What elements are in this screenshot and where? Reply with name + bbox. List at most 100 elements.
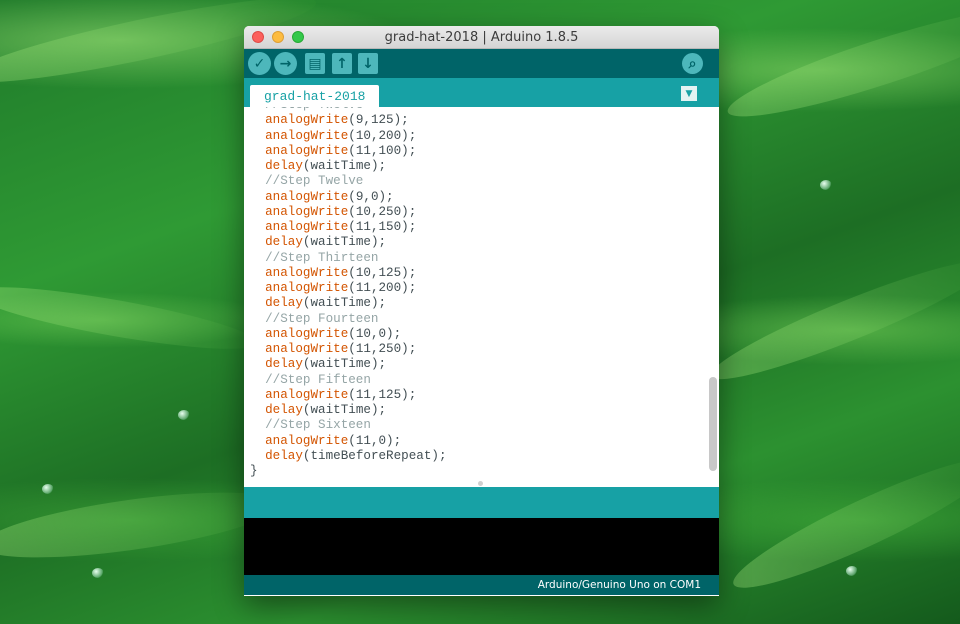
code-keyword: analogWrite [265, 189, 349, 204]
code-text: (10,200); [348, 128, 417, 143]
editor-scrollbar[interactable] [709, 377, 717, 471]
code-keyword: analogWrite [265, 265, 349, 280]
code-comment: //Step Fourteen [250, 311, 379, 326]
serial-monitor-button[interactable]: ⌕ [682, 53, 703, 74]
code-line: delay(waitTime); [244, 357, 719, 372]
code-comment: //Step Fifteen [250, 372, 371, 387]
split-handle[interactable] [478, 481, 483, 486]
magnifier-icon: ⌕ [688, 55, 697, 72]
code-editor[interactable]: //Step Twelve analogWrite(9,125); analog… [244, 107, 719, 487]
save-button[interactable]: ↓ [358, 53, 378, 74]
code-text: (waitTime); [302, 403, 387, 417]
code-line: analogWrite(11,250); [244, 342, 719, 357]
code-keyword: delay [265, 448, 303, 463]
code-text: (10,125); [348, 265, 417, 280]
code-keyword: analogWrite [265, 143, 349, 158]
code-keyword: analogWrite [265, 342, 349, 356]
message-bar [244, 487, 719, 518]
new-file-icon: ▤ [308, 55, 322, 72]
open-button[interactable]: ↑ [332, 53, 352, 74]
chevron-down-icon: ▼ [685, 88, 693, 99]
code-keyword: delay [265, 235, 303, 250]
code-keyword: analogWrite [265, 220, 349, 234]
code-line: //Step Thirteen [244, 251, 719, 266]
code-line: delay(waitTime); [244, 403, 719, 418]
code-keyword: delay [265, 357, 303, 372]
code-line: //Step Sixteen [244, 418, 719, 433]
code-text: (waitTime); [302, 357, 387, 372]
open-up-arrow-icon: ↑ [336, 55, 348, 72]
code-line: delay(timeBeforeRepeat); [244, 449, 719, 464]
new-button[interactable]: ▤ [305, 53, 325, 74]
code-line: analogWrite(10,250); [244, 205, 719, 220]
check-icon: ✓ [253, 55, 266, 72]
code-comment: //Step Thirteen [250, 250, 379, 265]
code-text: (timeBeforeRepeat); [302, 448, 447, 463]
code-line: //Step Fourteen [244, 312, 719, 327]
window-title: grad-hat-2018 | Arduino 1.8.5 [384, 29, 579, 45]
code-text: (9,0); [348, 189, 394, 204]
code-keyword: analogWrite [265, 326, 349, 341]
code-line: //Step Fifteen [244, 373, 719, 388]
code-text: (10,0); [348, 326, 402, 341]
board-status: Arduino/Genuino Uno on COM1 [537, 579, 701, 591]
code-text: (waitTime); [302, 235, 387, 250]
verify-button[interactable]: ✓ [248, 52, 271, 75]
code-keyword: delay [265, 159, 303, 173]
code-text: (11,0); [348, 433, 402, 448]
code-line: analogWrite(10,0); [244, 327, 719, 342]
code-line: analogWrite(11,0); [244, 434, 719, 449]
code-line: delay(waitTime); [244, 159, 719, 174]
zoom-button[interactable] [292, 31, 304, 43]
tab-grad-hat-2018[interactable]: grad-hat-2018 [250, 85, 380, 107]
code-line: analogWrite(10,200); [244, 129, 719, 144]
code-line: analogWrite(11,200); [244, 281, 719, 296]
tab-menu-button[interactable]: ▼ [681, 86, 697, 101]
console-output[interactable] [244, 518, 719, 575]
arduino-window: grad-hat-2018 | Arduino 1.8.5 ✓ → ▤ ↑ ↓ … [244, 26, 719, 596]
code-line: analogWrite(9,125); [244, 113, 719, 128]
code-keyword: analogWrite [265, 128, 349, 143]
code-text: (11,200); [348, 281, 417, 295]
code-text: (waitTime); [302, 159, 387, 173]
code-comment: //Step Twelve [250, 107, 363, 112]
code-line: } [244, 464, 719, 479]
code-text: (11,150); [348, 220, 417, 234]
window-controls [252, 31, 304, 43]
code-text: } [250, 464, 258, 478]
save-down-arrow-icon: ↓ [362, 55, 374, 72]
code-line: analogWrite(11,150); [244, 220, 719, 235]
code-text: (waitTime); [302, 296, 387, 311]
code-comment: //Step Twelve [250, 174, 364, 189]
minimize-button[interactable] [272, 31, 284, 43]
code-keyword: analogWrite [265, 433, 349, 448]
code-keyword: analogWrite [265, 204, 349, 219]
code-text: (11,250); [348, 342, 417, 356]
code-keyword: analogWrite [265, 113, 349, 128]
upload-button[interactable]: → [274, 52, 297, 75]
close-button[interactable] [252, 31, 264, 43]
code-keyword: delay [265, 403, 303, 417]
code-comment: //Step Sixteen [250, 418, 371, 433]
code-text: (10,250); [348, 204, 417, 219]
code-text: (11,125); [348, 387, 417, 402]
status-bar: Arduino/Genuino Uno on COM1 [244, 575, 719, 595]
code-line: analogWrite(11,125); [244, 388, 719, 403]
code-text: (11,100); [348, 143, 417, 158]
title-bar[interactable]: grad-hat-2018 | Arduino 1.8.5 [244, 26, 719, 49]
